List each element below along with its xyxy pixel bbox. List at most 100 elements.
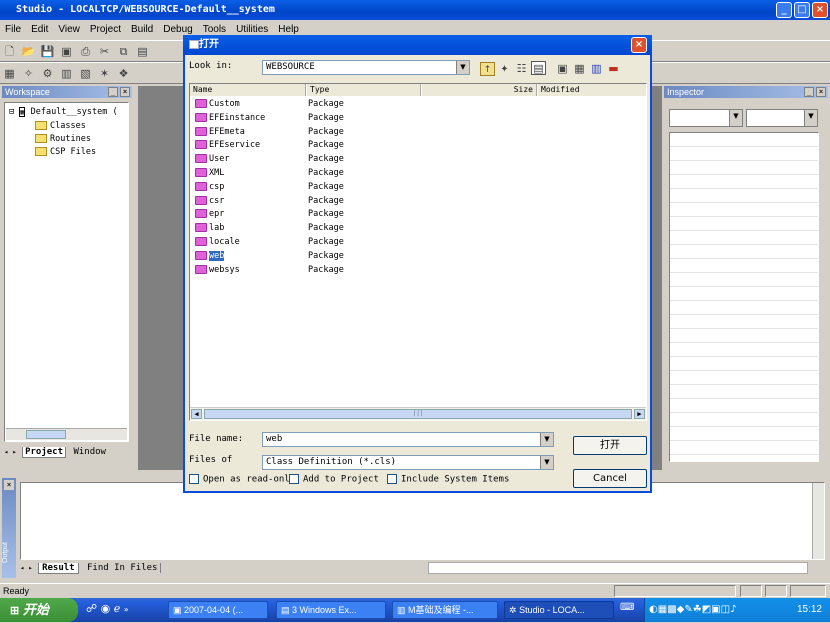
menu-view[interactable]: View	[53, 20, 85, 40]
task-button-3[interactable]: ▥ M基础及编程 -...	[392, 601, 498, 619]
cancel-button[interactable]: Cancel	[573, 469, 647, 488]
copy-icon[interactable]: ⧉	[116, 45, 131, 59]
wizard-icon[interactable]: ✧	[21, 67, 36, 81]
inspector-grid[interactable]	[669, 132, 819, 462]
tab-window[interactable]: Window	[71, 447, 108, 457]
file-name-input[interactable]: web ▼	[262, 432, 554, 447]
file-row[interactable]: csp Package	[195, 180, 344, 194]
column-modified[interactable]: Modified	[538, 84, 646, 96]
scroll-right-icon[interactable]: ▶	[634, 409, 645, 419]
inspector-minimize-button[interactable]: _	[804, 87, 814, 97]
file-row[interactable]: EFEservice Package	[195, 138, 344, 152]
tree-item-csp-files[interactable]: CSP Files	[35, 147, 96, 157]
file-list[interactable]: Name Type Size Modified Custom Package EFE…	[189, 83, 647, 421]
workspace-minimize-button[interactable]: _	[108, 87, 118, 97]
tray-icon[interactable]: ▦	[658, 604, 667, 615]
file-row[interactable]: XML Package	[195, 166, 344, 180]
start-button[interactable]: ⊞ 开始	[0, 598, 78, 622]
grid-icon[interactable]: ▧	[78, 67, 93, 81]
routine-icon[interactable]: ⚙	[40, 67, 55, 81]
column-size[interactable]: Size	[422, 84, 537, 96]
inspector-class-select[interactable]: ▼	[669, 109, 743, 127]
tab-project[interactable]: Project	[22, 447, 67, 458]
open-button[interactable]: 打开	[573, 436, 647, 455]
package-icon[interactable]: ❖	[116, 67, 131, 81]
file-list-hscrollbar[interactable]: ◀ ||| ▶	[190, 407, 646, 420]
file-row[interactable]: lab Package	[195, 221, 344, 235]
tree-item-classes[interactable]: Classes	[35, 121, 86, 131]
scroll-thumb[interactable]: |||	[204, 409, 632, 419]
workspace-hscrollbar[interactable]	[6, 428, 127, 440]
tab-scroll-arrows[interactable]: ◂ ▸	[4, 448, 17, 456]
output-hscrollbar[interactable]	[428, 562, 808, 574]
tab-find-in-files[interactable]: Find In Files	[84, 563, 162, 573]
menu-project[interactable]: Project	[85, 20, 126, 40]
output-close-button[interactable]: ×	[4, 480, 14, 490]
close-button[interactable]: ×	[812, 2, 828, 18]
file-row[interactable]: Custom Package	[195, 97, 344, 111]
files-of-type-select[interactable]: Class Definition (*.cls) ▼	[262, 455, 554, 470]
tab-result[interactable]: Result	[38, 563, 79, 574]
inspector-close-button[interactable]: ×	[816, 87, 826, 97]
tray-icon[interactable]: ◫	[721, 604, 730, 615]
task-button-2[interactable]: ▤ 3 Windows Ex...	[276, 601, 386, 619]
new-icon[interactable]: 🗋	[2, 45, 17, 59]
open-folder-icon[interactable]: 📂	[21, 45, 36, 59]
output-text-area[interactable]	[20, 482, 825, 560]
file-row[interactable]: csr Package	[195, 194, 344, 208]
task-button-1[interactable]: ▣ 2007-04-04 (...	[168, 601, 268, 619]
workspace-close-button[interactable]: ×	[120, 87, 130, 97]
media-icon[interactable]: ◉	[101, 602, 111, 615]
tray-icon[interactable]: ☘	[693, 604, 702, 615]
tray-icon[interactable]: ◐	[649, 604, 658, 615]
output-vscrollbar[interactable]	[812, 483, 824, 559]
keyboard-icon[interactable]: ⌨	[620, 602, 634, 613]
network-icon[interactable]: ☍	[86, 602, 97, 615]
file-row[interactable]: web Package	[195, 249, 344, 263]
file-row[interactable]: epr Package	[195, 207, 344, 221]
tray-icon[interactable]: ◩	[702, 604, 711, 615]
file-row[interactable]: User Package	[195, 152, 344, 166]
routine-filter-icon[interactable]: ▦	[572, 62, 587, 76]
tree-item-routines[interactable]: Routines	[35, 134, 91, 144]
file-row[interactable]: websys Package	[195, 263, 344, 277]
tray-icon[interactable]: ▩	[667, 604, 676, 615]
more-icon[interactable]: »	[124, 605, 129, 614]
read-only-checkbox[interactable]: Open as read-only	[189, 474, 295, 485]
up-folder-icon[interactable]: ↑	[480, 62, 495, 76]
column-type[interactable]: Type	[307, 84, 421, 96]
save-icon[interactable]: 💾	[40, 45, 55, 59]
list-view-icon[interactable]: ☷	[514, 62, 529, 76]
cut-icon[interactable]: ✂	[97, 45, 112, 59]
minimize-button[interactable]: _	[776, 2, 792, 18]
add-to-project-checkbox[interactable]: Add to Project	[289, 474, 379, 485]
magic-icon[interactable]: ✶	[97, 67, 112, 81]
look-in-select[interactable]: WEBSOURCE ▼	[262, 60, 470, 75]
tab-scroll-arrows[interactable]: ◂ ▸	[20, 564, 33, 572]
file-row[interactable]: locale Package	[195, 235, 344, 249]
menu-build[interactable]: Build	[126, 20, 158, 40]
class-filter-icon[interactable]: ▣	[555, 62, 570, 76]
paste-icon[interactable]: ▤	[135, 45, 150, 59]
new-folder-icon[interactable]: ✦	[497, 63, 512, 77]
print-icon[interactable]: ⎙	[78, 45, 93, 59]
column-name[interactable]: Name	[190, 84, 306, 96]
class-icon[interactable]: ▦	[2, 67, 17, 81]
file-row[interactable]: EFEinstance Package	[195, 111, 344, 125]
browser-icon[interactable]: ℯ	[114, 602, 121, 615]
other-filter-icon[interactable]: ▬	[606, 62, 621, 76]
include-system-items-checkbox[interactable]: Include System Items	[387, 474, 509, 485]
form-icon[interactable]: ▥	[59, 67, 74, 81]
tree-root[interactable]: ⊟ ▦ Default__system (	[9, 107, 118, 117]
save-all-icon[interactable]: ▣	[59, 45, 74, 59]
dialog-close-button[interactable]: ×	[631, 37, 647, 53]
scroll-left-icon[interactable]: ◀	[191, 409, 202, 419]
maximize-button[interactable]: □	[794, 2, 810, 18]
tray-icon[interactable]: ✎	[684, 604, 692, 615]
task-button-4[interactable]: ✲ Studio - LOCA...	[504, 601, 614, 619]
menu-file[interactable]: File	[0, 20, 26, 40]
volume-icon[interactable]: ♪	[730, 604, 736, 615]
csp-filter-icon[interactable]: ▥	[589, 62, 604, 76]
file-row[interactable]: EFEmeta Package	[195, 125, 344, 139]
tray-icon[interactable]: ▣	[711, 604, 720, 615]
